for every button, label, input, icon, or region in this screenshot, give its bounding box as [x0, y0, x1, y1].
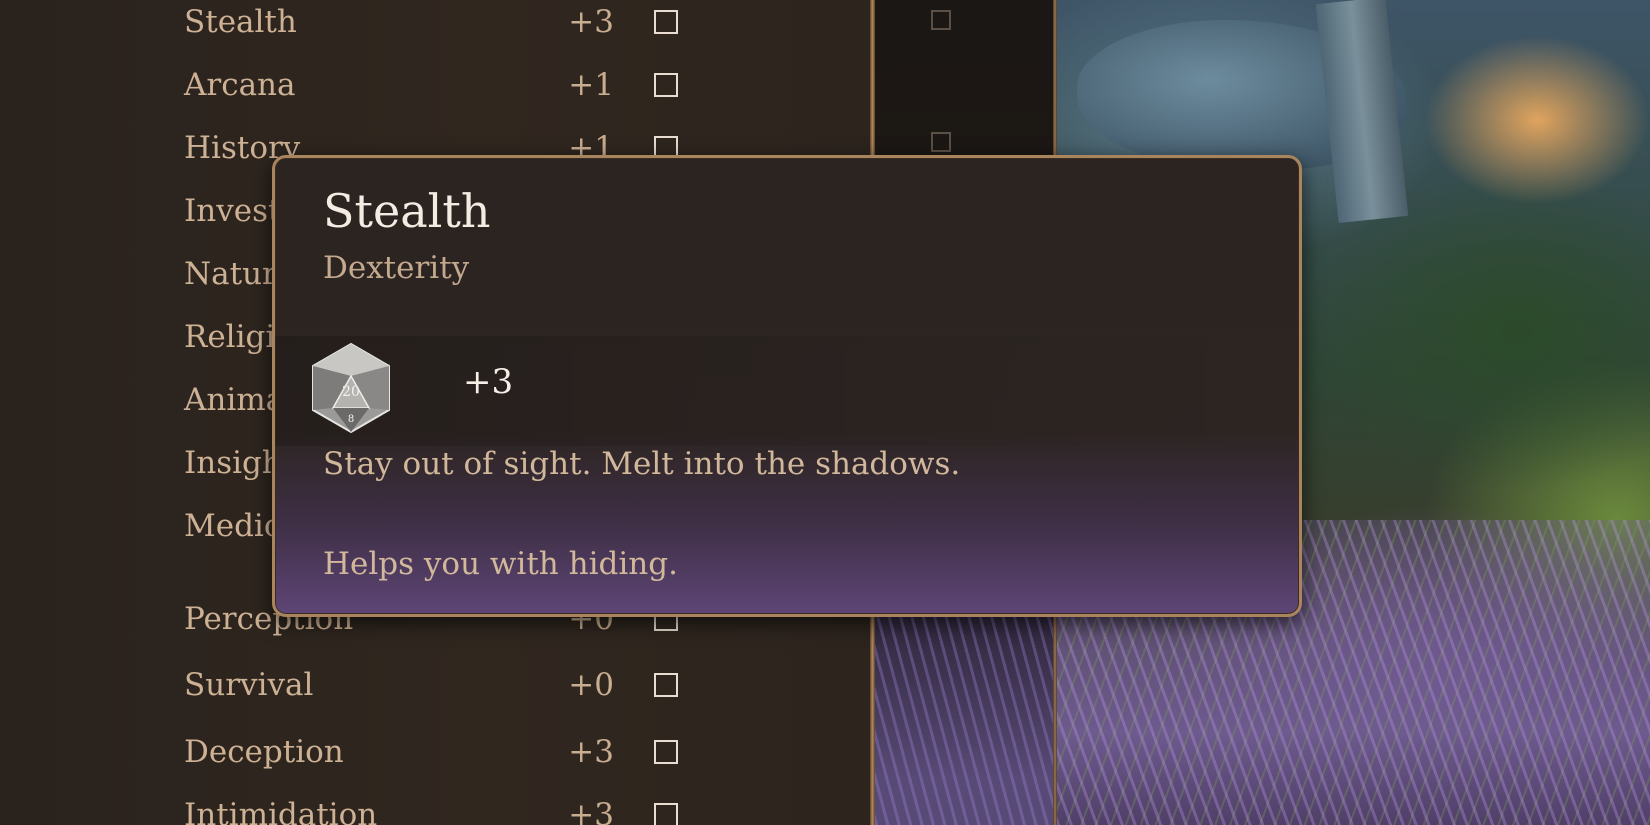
skill-name: Intimidation: [184, 797, 378, 825]
tooltip-title: Stealth: [323, 184, 491, 238]
skill-row-survival[interactable]: Survival +0: [184, 655, 704, 715]
tooltip-flavor-text: Stay out of sight. Melt into the shadows…: [323, 446, 961, 482]
tooltip-ability: Dexterity: [323, 250, 470, 286]
skill-row-arcana[interactable]: Arcana +1: [184, 55, 704, 115]
side-checkbox[interactable]: [931, 10, 951, 30]
skill-modifier: +0: [568, 667, 614, 703]
skill-name: Deception: [184, 734, 344, 770]
skill-name: Survival: [184, 667, 314, 703]
skill-modifier: +1: [568, 67, 614, 103]
proficiency-checkbox[interactable]: [654, 10, 678, 34]
scenery-tree-trunk: [1315, 0, 1409, 224]
proficiency-checkbox[interactable]: [654, 673, 678, 697]
skill-row-intimidation[interactable]: Intimidation +3: [184, 785, 704, 825]
roll-band: [275, 336, 1299, 446]
d20-sub-value: 8: [348, 414, 354, 425]
skill-modifier: +3: [568, 734, 614, 770]
skill-name: Stealth: [184, 4, 297, 40]
skill-tooltip: Stealth Dexterity 20 8 +3 Stay out of si…: [272, 155, 1302, 617]
game-screen: Stealth +3 Arcana +1 History +1 Investig…: [0, 0, 1650, 825]
proficiency-checkbox[interactable]: [654, 740, 678, 764]
side-checkbox[interactable]: [931, 132, 951, 152]
d20-value: 20: [342, 384, 360, 400]
skill-row-stealth[interactable]: Stealth +3: [184, 0, 704, 52]
roll-bonus: +3: [463, 362, 514, 402]
tooltip-help-text: Helps you with hiding.: [323, 546, 678, 582]
skill-row-deception[interactable]: Deception +3: [184, 722, 704, 782]
skill-name: Arcana: [184, 67, 296, 103]
skill-modifier: +3: [568, 4, 614, 40]
skill-modifier: +3: [568, 797, 614, 825]
scenery-lower: [875, 600, 1057, 825]
proficiency-checkbox[interactable]: [654, 73, 678, 97]
proficiency-checkbox[interactable]: [654, 803, 678, 825]
d20-icon: 20 8: [312, 342, 390, 434]
